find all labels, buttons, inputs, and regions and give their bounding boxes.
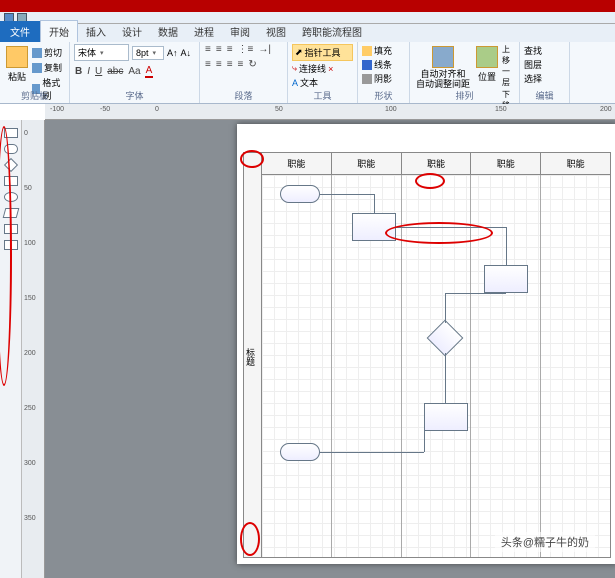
lane-header[interactable]: 职能 (541, 153, 610, 174)
align-top-icon[interactable]: ≡ (204, 44, 212, 55)
canvas[interactable]: 标题 职能 职能 职能 职能 职能 (45, 120, 615, 578)
align-bot-icon[interactable]: ≡ (226, 44, 234, 55)
tab-crossfunc[interactable]: 跨职能流程图 (294, 21, 370, 42)
annotation-circle (240, 150, 264, 168)
align-center-icon[interactable]: ≡ (215, 59, 223, 70)
decrease-font-icon[interactable]: A↓ (181, 48, 192, 58)
connector[interactable] (424, 431, 425, 452)
layer-button[interactable]: 图层 (524, 58, 565, 71)
lane-header[interactable]: 职能 (262, 153, 332, 174)
bold-button[interactable]: B (74, 66, 83, 77)
group-shape-label: 形状 (358, 89, 409, 102)
autoalign-icon (432, 46, 454, 68)
group-clipboard-label: 剪贴板 (0, 89, 69, 102)
connector[interactable] (445, 353, 446, 403)
connector[interactable] (320, 452, 424, 453)
strike-button[interactable]: abc (106, 66, 124, 77)
terminator-shape[interactable] (280, 185, 320, 203)
vertical-ruler: 0 50 100 150 200 250 300 350 (22, 120, 45, 578)
fill-icon (362, 46, 372, 56)
cut-icon (32, 48, 42, 58)
bring-forward-button[interactable]: 上移一层 (502, 44, 515, 88)
tab-process[interactable]: 进程 (186, 21, 222, 42)
ribbon: 粘贴 剪切 复制 格式刷 剪贴板 宋体 8pt A↑ A↓ B I U abc … (0, 42, 615, 104)
find-button[interactable]: 查找 (524, 44, 565, 57)
paste-label: 粘贴 (8, 70, 26, 83)
font-name-combo[interactable]: 宋体 (74, 44, 129, 61)
lane[interactable] (262, 175, 332, 557)
lane-header[interactable]: 职能 (471, 153, 541, 174)
tab-insert[interactable]: 插入 (78, 21, 114, 42)
swimlane-container[interactable]: 标题 职能 职能 职能 职能 职能 (243, 152, 611, 558)
lane-header[interactable]: 职能 (332, 153, 402, 174)
title-bar (0, 0, 615, 12)
copy-icon (32, 63, 42, 73)
align-right-icon[interactable]: ≡ (226, 59, 234, 70)
copy-button[interactable]: 复制 (32, 61, 65, 74)
paste-icon (6, 46, 28, 68)
tab-file[interactable]: 文件 (0, 21, 40, 42)
connector-icon: ⤷ (292, 63, 297, 74)
text-icon: A (292, 78, 298, 88)
lane[interactable] (541, 175, 610, 557)
tab-review[interactable]: 审阅 (222, 21, 258, 42)
group-font-label: 字体 (70, 89, 199, 102)
underline-button[interactable]: U (94, 66, 103, 77)
annotation-circle (240, 522, 260, 556)
shadow-icon (362, 74, 372, 84)
align-left-icon[interactable]: ≡ (204, 59, 212, 70)
justify-icon[interactable]: ≡ (237, 59, 245, 70)
text-tool-button[interactable]: A文本 (292, 76, 353, 89)
ribbon-tabs: 文件 开始 插入 设计 数据 进程 审阅 视图 跨职能流程图 (0, 24, 615, 42)
tab-design[interactable]: 设计 (114, 21, 150, 42)
line-icon (362, 60, 372, 70)
line-button[interactable]: 线条 (362, 58, 405, 71)
font-size-label: Aa (127, 66, 141, 77)
process-shape[interactable] (484, 265, 528, 293)
swimlane-headers: 职能 职能 职能 职能 职能 (262, 153, 610, 175)
tab-view[interactable]: 视图 (258, 21, 294, 42)
connector-tool-button[interactable]: ⤷连接线× (292, 62, 353, 75)
lane-header[interactable]: 职能 (402, 153, 472, 174)
bullets-icon[interactable]: ⋮≡ (237, 44, 255, 55)
fill-button[interactable]: 填充 (362, 44, 405, 57)
annotation-circle (415, 173, 445, 189)
annotation-circle (385, 222, 493, 244)
page[interactable]: 标题 职能 职能 职能 职能 职能 (237, 124, 615, 564)
connector[interactable] (374, 194, 375, 213)
swimlane-title[interactable]: 标题 (244, 153, 262, 557)
italic-button[interactable]: I (86, 66, 91, 77)
position-icon (476, 46, 498, 68)
watermark: 头条@糯子牛的奶 (495, 532, 595, 552)
close-icon[interactable]: × (328, 64, 333, 74)
pointer-tool-button[interactable]: ⬈指针工具 (292, 44, 353, 61)
terminator-shape[interactable] (280, 443, 320, 461)
connector[interactable] (445, 293, 506, 294)
group-tools-label: 工具 (288, 89, 357, 102)
group-arrange-label: 排列 (410, 89, 519, 102)
tab-data[interactable]: 数据 (150, 21, 186, 42)
process-shape[interactable] (424, 403, 468, 431)
connector[interactable] (445, 293, 446, 323)
font-color-button[interactable]: A (145, 65, 154, 78)
align-mid-icon[interactable]: ≡ (215, 44, 223, 55)
font-size-combo[interactable]: 8pt (132, 46, 164, 60)
tab-home[interactable]: 开始 (40, 20, 78, 42)
connector[interactable] (506, 227, 507, 265)
shadow-button[interactable]: 阴影 (362, 72, 405, 85)
group-edit-label: 编辑 (520, 89, 569, 102)
connector[interactable] (320, 194, 374, 195)
horizontal-ruler: -100 -50 0 50 100 150 200 (45, 104, 615, 120)
increase-font-icon[interactable]: A↑ (167, 48, 178, 58)
indent-icon[interactable]: →| (257, 44, 272, 55)
cut-button[interactable]: 剪切 (32, 46, 65, 59)
rotate-icon[interactable]: ↻ (247, 59, 257, 70)
pointer-icon: ⬈ (295, 47, 303, 58)
group-paragraph-label: 段落 (200, 89, 287, 102)
select-button[interactable]: 选择 (524, 72, 565, 85)
